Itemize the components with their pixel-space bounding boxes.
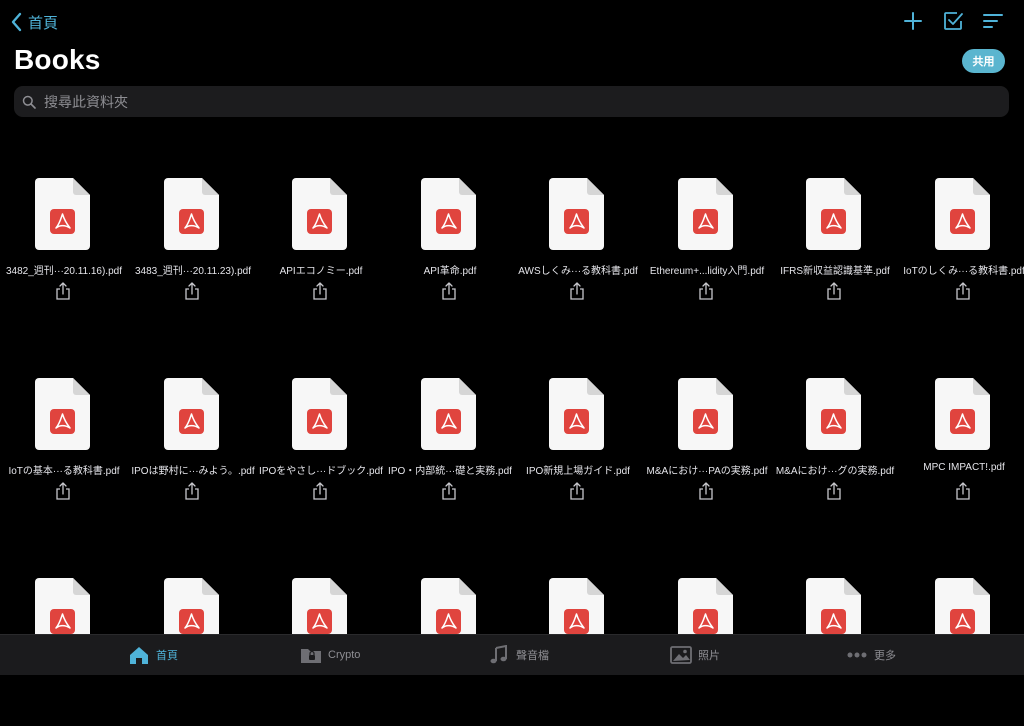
tab-label: 更多 [874, 650, 896, 662]
pdf-file-icon[interactable] [35, 178, 90, 250]
share-icon[interactable] [569, 282, 585, 300]
pdf-file-icon[interactable] [35, 378, 90, 450]
file-item[interactable]: IoTの基本···る教科書.pdf [0, 376, 128, 526]
file-name: IoTの基本···る教科書.pdf [8, 466, 120, 477]
pdf-file-icon[interactable] [935, 178, 990, 250]
tab-label: 照片 [698, 650, 720, 662]
share-icon[interactable] [698, 282, 714, 300]
pdf-file-icon[interactable] [549, 178, 604, 250]
file-name: 3482_週刊···20.11.16).pdf [6, 266, 122, 277]
file-name: Ethereum+...lidity入門.pdf [649, 266, 765, 277]
pdf-file-icon[interactable] [935, 378, 990, 450]
tab-label: 聲音檔 [516, 650, 549, 662]
share-icon[interactable] [569, 482, 585, 500]
tab-bar: 首頁 Crypto 聲音檔 照片 更多 [0, 634, 1024, 675]
file-item[interactable]: M&Aにおけ···グの実務.pdf [771, 376, 899, 526]
file-item[interactable]: APIエコノミー.pdf [257, 176, 385, 326]
photo-icon [670, 646, 692, 664]
file-item[interactable]: IPO・内部統···礎と実務.pdf [386, 376, 514, 526]
tab-home[interactable]: 首頁 [128, 635, 178, 675]
file-item[interactable]: IFRS新収益認識基準.pdf [771, 176, 899, 326]
folder-lock-icon [301, 649, 321, 663]
file-name: IPOをやさし···ドブック.pdf [259, 466, 383, 477]
file-item[interactable]: AWSしくみ···る教科書.pdf [514, 176, 642, 326]
pdf-file-icon[interactable] [678, 378, 733, 450]
home-icon [130, 647, 148, 664]
share-icon[interactable] [698, 482, 714, 500]
pdf-file-icon[interactable] [549, 378, 604, 450]
search-input[interactable] [42, 92, 946, 111]
tab-crypto[interactable]: Crypto [300, 635, 360, 675]
more-dots-icon [847, 652, 867, 658]
share-icon[interactable] [955, 282, 971, 300]
tab-label: Crypto [328, 649, 361, 661]
share-icon[interactable] [55, 482, 71, 500]
tab-more[interactable]: 更多 [846, 635, 896, 675]
pdf-file-icon[interactable] [292, 178, 347, 250]
file-name: AWSしくみ···る教科書.pdf [518, 266, 638, 277]
share-icon[interactable] [184, 282, 200, 300]
file-item[interactable]: 3482_週刊···20.11.16).pdf [0, 176, 128, 326]
top-bar: 首頁 [0, 0, 1024, 44]
file-item[interactable]: IoTのしくみ···る教科書.pdf [900, 176, 1024, 326]
share-icon[interactable] [312, 282, 328, 300]
file-name: APIエコノミー.pdf [279, 266, 363, 277]
file-item[interactable]: API革命.pdf [386, 176, 514, 326]
file-item[interactable]: IPOをやさし···ドブック.pdf [257, 376, 385, 526]
plus-icon[interactable] [902, 10, 924, 32]
file-name: MPC IMPACT!.pdf [923, 462, 1005, 473]
sort-lines-icon[interactable] [982, 10, 1004, 32]
file-name: IPO新規上場ガイド.pdf [526, 466, 630, 477]
file-item[interactable]: 3483_週刊···20.11.23).pdf [129, 176, 257, 326]
back-label: 首頁 [28, 14, 59, 32]
search-icon [22, 95, 36, 109]
tab-photos[interactable]: 照片 [670, 635, 720, 675]
pdf-file-icon[interactable] [678, 178, 733, 250]
share-icon[interactable] [184, 482, 200, 500]
search-bar[interactable] [14, 86, 1009, 117]
file-item[interactable]: M&Aにおけ···PAの実務.pdf [643, 376, 771, 526]
file-item[interactable]: Ethereum+...lidity入門.pdf [643, 176, 771, 326]
share-icon[interactable] [312, 482, 328, 500]
file-name: IFRS新収益認識基準.pdf [780, 266, 890, 277]
pdf-file-icon[interactable] [421, 178, 476, 250]
file-item[interactable]: IPOは野村に···みよう。.pdf [129, 376, 257, 526]
pdf-file-icon[interactable] [806, 378, 861, 450]
file-name: M&Aにおけ···グの実務.pdf [775, 466, 895, 477]
pdf-file-icon[interactable] [292, 378, 347, 450]
share-icon[interactable] [826, 482, 842, 500]
file-name: 3483_週刊···20.11.23).pdf [135, 266, 251, 277]
share-icon[interactable] [441, 282, 457, 300]
pdf-file-icon[interactable] [164, 378, 219, 450]
file-name: IoTのしくみ···る教科書.pdf [903, 266, 1024, 277]
file-name: IPO・内部統···礎と実務.pdf [388, 466, 512, 477]
file-item[interactable]: MPC IMPACT!.pdf [900, 376, 1024, 526]
music-note-icon [490, 645, 507, 664]
pdf-file-icon[interactable] [421, 378, 476, 450]
file-name: M&Aにおけ···PAの実務.pdf [646, 466, 768, 477]
share-icon[interactable] [441, 482, 457, 500]
file-name: API革命.pdf [423, 266, 477, 277]
pdf-file-icon[interactable] [806, 178, 861, 250]
pdf-file-icon[interactable] [164, 178, 219, 250]
select-check-icon[interactable] [942, 10, 964, 32]
tab-audio[interactable]: 聲音檔 [488, 635, 549, 675]
back-button[interactable]: 首頁 [10, 10, 58, 34]
share-icon[interactable] [55, 282, 71, 300]
share-button[interactable]: 共用 [962, 49, 1005, 73]
chevron-left-icon [11, 12, 22, 32]
page-title: Books [14, 44, 101, 75]
file-name: IPOは野村に···みよう。.pdf [131, 466, 255, 477]
share-icon[interactable] [955, 482, 971, 500]
share-icon[interactable] [826, 282, 842, 300]
tab-label: 首頁 [156, 650, 178, 662]
file-item[interactable]: IPO新規上場ガイド.pdf [514, 376, 642, 526]
